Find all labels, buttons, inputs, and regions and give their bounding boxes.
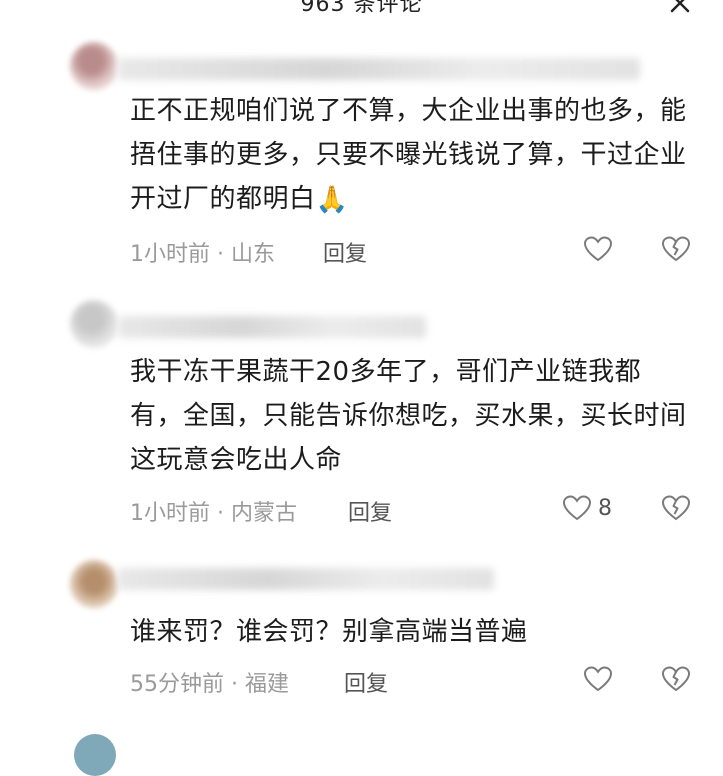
- comment-location: 福建: [245, 672, 290, 697]
- heart-icon: [562, 495, 592, 521]
- broken-heart-icon: [661, 495, 691, 521]
- comment-location: 内蒙古: [231, 501, 298, 526]
- broken-heart-icon: [661, 236, 691, 262]
- dislike-button[interactable]: [661, 665, 691, 693]
- username-redacted[interactable]: [118, 58, 640, 80]
- like-button[interactable]: 8: [562, 494, 612, 522]
- comment-time: 1小时前: [130, 242, 210, 267]
- reply-button[interactable]: 回复: [344, 666, 388, 698]
- avatar[interactable]: [70, 560, 118, 608]
- heart-icon: [583, 666, 613, 692]
- comment-body: 我干冻干果蔬干20多年了，哥们产业链我都有，全国，只能告诉你想吃，买水果，买长时…: [130, 357, 687, 475]
- comment-count-title: 963 条评论: [300, 0, 423, 17]
- close-button[interactable]: [667, 0, 693, 16]
- comment-text: 我干冻干果蔬干20多年了，哥们产业链我都有，全国，只能告诉你想吃，买水果，买长时…: [130, 350, 690, 482]
- comment-meta: 55分钟前 · 福建: [130, 666, 289, 698]
- meta-separator: ·: [217, 501, 224, 526]
- comment-time: 55分钟前: [130, 672, 224, 697]
- comment-time: 1小时前: [130, 501, 210, 526]
- meta-separator: ·: [231, 672, 238, 697]
- dislike-button[interactable]: [661, 235, 691, 263]
- comment-meta: 1小时前 · 山东: [130, 236, 275, 268]
- avatar[interactable]: [70, 300, 118, 348]
- comment-meta: 1小时前 · 内蒙古: [130, 495, 297, 527]
- heart-icon: [583, 236, 613, 262]
- comment-text: 正不正规咱们说了不算，大企业出事的也多，能捂住事的更多，只要不曝光钱说了算，干过…: [130, 89, 690, 222]
- like-count: 8: [598, 495, 612, 521]
- close-icon: [670, 0, 690, 13]
- like-button[interactable]: [583, 665, 619, 693]
- reply-button[interactable]: 回复: [348, 495, 392, 527]
- pray-emoji-icon: 🙏: [315, 184, 349, 215]
- reply-button[interactable]: 回复: [323, 236, 367, 268]
- comment-body: 谁来罚？谁会罚？别拿高端当普遍: [130, 617, 528, 647]
- comment-text: 谁来罚？谁会罚？别拿高端当普遍: [130, 610, 690, 654]
- meta-separator: ·: [217, 242, 224, 267]
- like-button[interactable]: [583, 235, 619, 263]
- avatar[interactable]: [74, 734, 116, 776]
- dislike-button[interactable]: [661, 494, 691, 522]
- comment-body: 正不正规咱们说了不算，大企业出事的也多，能捂住事的更多，只要不曝光钱说了算，干过…: [130, 96, 687, 214]
- comments-header: 963 条评论: [0, 0, 723, 18]
- username-redacted[interactable]: [118, 316, 426, 338]
- comment-location: 山东: [231, 242, 276, 267]
- username-redacted[interactable]: [118, 568, 494, 590]
- broken-heart-icon: [661, 666, 691, 692]
- avatar[interactable]: [70, 42, 118, 90]
